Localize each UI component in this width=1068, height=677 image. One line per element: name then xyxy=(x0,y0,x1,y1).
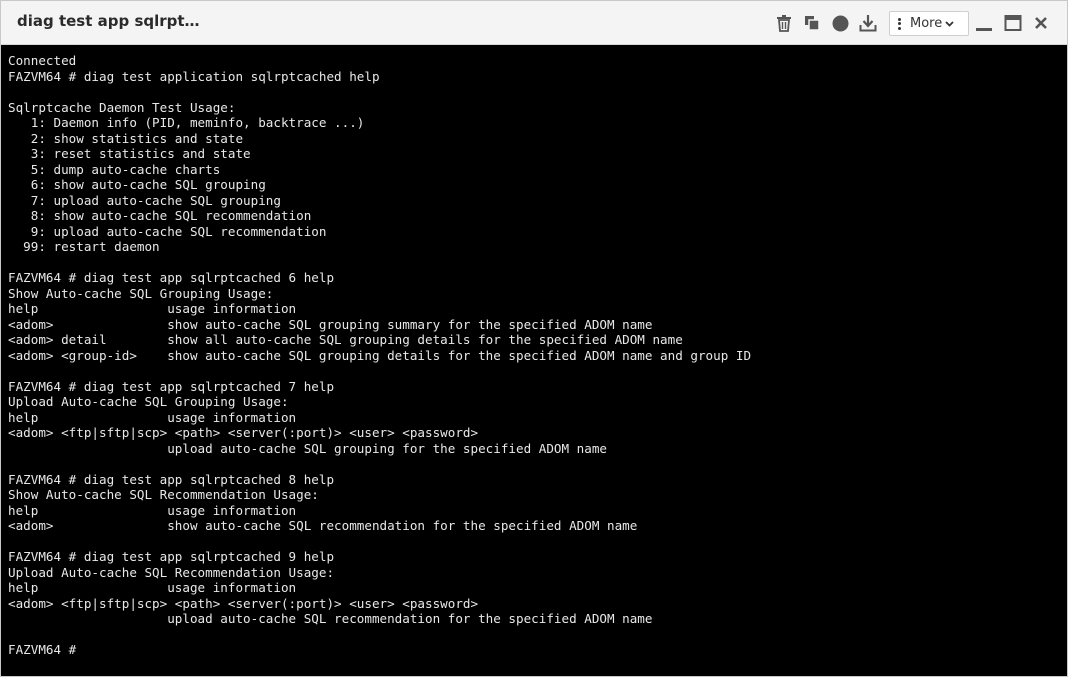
terminal-output[interactable]: Connected FAZVM64 # diag test application… xyxy=(1,46,1067,676)
chevron-down-icon xyxy=(945,20,954,27)
more-dropdown-button[interactable]: More xyxy=(889,11,969,36)
terminal-line: upload auto-cache SQL grouping for the s… xyxy=(8,440,607,456)
terminal-line: help usage information xyxy=(8,580,297,595)
terminal-line: <adom> show auto-cache SQL grouping summ… xyxy=(8,316,653,332)
terminal-line: help usage information xyxy=(8,301,297,316)
window-title: diag test app sqlrpt… xyxy=(17,12,200,30)
terminal-line: Show Auto-cache SQL Recommendation Usage… xyxy=(8,487,319,502)
terminal-line: <adom> <ftp|sftp|scp> <path> <server(:po… xyxy=(8,595,479,611)
terminal-line: help usage information xyxy=(8,409,297,425)
close-icon[interactable] xyxy=(1029,11,1053,35)
terminal-line: FAZVM64 # diag test application sqlrptca… xyxy=(8,68,380,84)
terminal-line: FAZVM64 # diag test app sqlrptcached 9 h… xyxy=(8,549,335,564)
terminal-line: help usage information xyxy=(8,502,297,518)
terminal-line: upload auto-cache SQL recommendation for… xyxy=(8,611,653,626)
minimize-icon[interactable] xyxy=(972,11,996,35)
terminal-line: <adom> detail show all auto-cache SQL gr… xyxy=(8,332,683,347)
terminal-line: Sqlrptcache Daemon Test Usage: xyxy=(8,99,236,115)
terminal-line: <adom> show auto-cache SQL recommendatio… xyxy=(8,518,638,533)
cli-console-window: diag test app sqlrpt… More Connected FAZ… xyxy=(0,0,1068,677)
trash-icon[interactable] xyxy=(772,11,796,35)
copy-icon[interactable] xyxy=(800,11,824,35)
terminal-line: FAZVM64 # diag test app sqlrptcached 8 h… xyxy=(8,471,335,487)
terminal-line: FAZVM64 # xyxy=(8,642,77,657)
terminal-line: 2: show statistics and state xyxy=(8,130,244,146)
terminal-line: FAZVM64 # diag test app sqlrptcached 6 h… xyxy=(8,270,335,285)
terminal-line: 5: dump auto-cache charts xyxy=(8,161,221,177)
terminal-line: Show Auto-cache SQL Grouping Usage: xyxy=(8,285,274,301)
terminal-line: <adom> <ftp|sftp|scp> <path> <server(:po… xyxy=(8,425,479,440)
maximize-icon[interactable] xyxy=(1001,11,1025,35)
terminal-line: 9: upload auto-cache SQL recommendation xyxy=(8,223,327,239)
title-bar[interactable]: diag test app sqlrpt… More xyxy=(1,1,1067,45)
terminal-line: <adom> <group-id> show auto-cache SQL gr… xyxy=(8,347,752,363)
terminal-line: 3: reset statistics and state xyxy=(8,146,251,161)
terminal-line: 7: upload auto-cache SQL grouping xyxy=(8,192,281,208)
more-label: More xyxy=(910,16,943,31)
terminal-line: 99: restart daemon xyxy=(8,239,160,254)
terminal-line: Upload Auto-cache SQL Grouping Usage: xyxy=(8,394,289,409)
record-icon[interactable] xyxy=(828,11,852,35)
terminal-line: Connected xyxy=(8,53,77,68)
terminal-line: 6: show auto-cache SQL grouping xyxy=(8,177,266,192)
terminal-line: 8: show auto-cache SQL recommendation xyxy=(8,208,312,223)
terminal-line: 1: Daemon info (PID, meminfo, backtrace … xyxy=(8,115,365,130)
terminal-line: Upload Auto-cache SQL Recommendation Usa… xyxy=(8,564,335,580)
more-kebab-icon xyxy=(898,17,902,30)
terminal-line: FAZVM64 # diag test app sqlrptcached 7 h… xyxy=(8,378,335,394)
download-icon[interactable] xyxy=(856,11,880,35)
